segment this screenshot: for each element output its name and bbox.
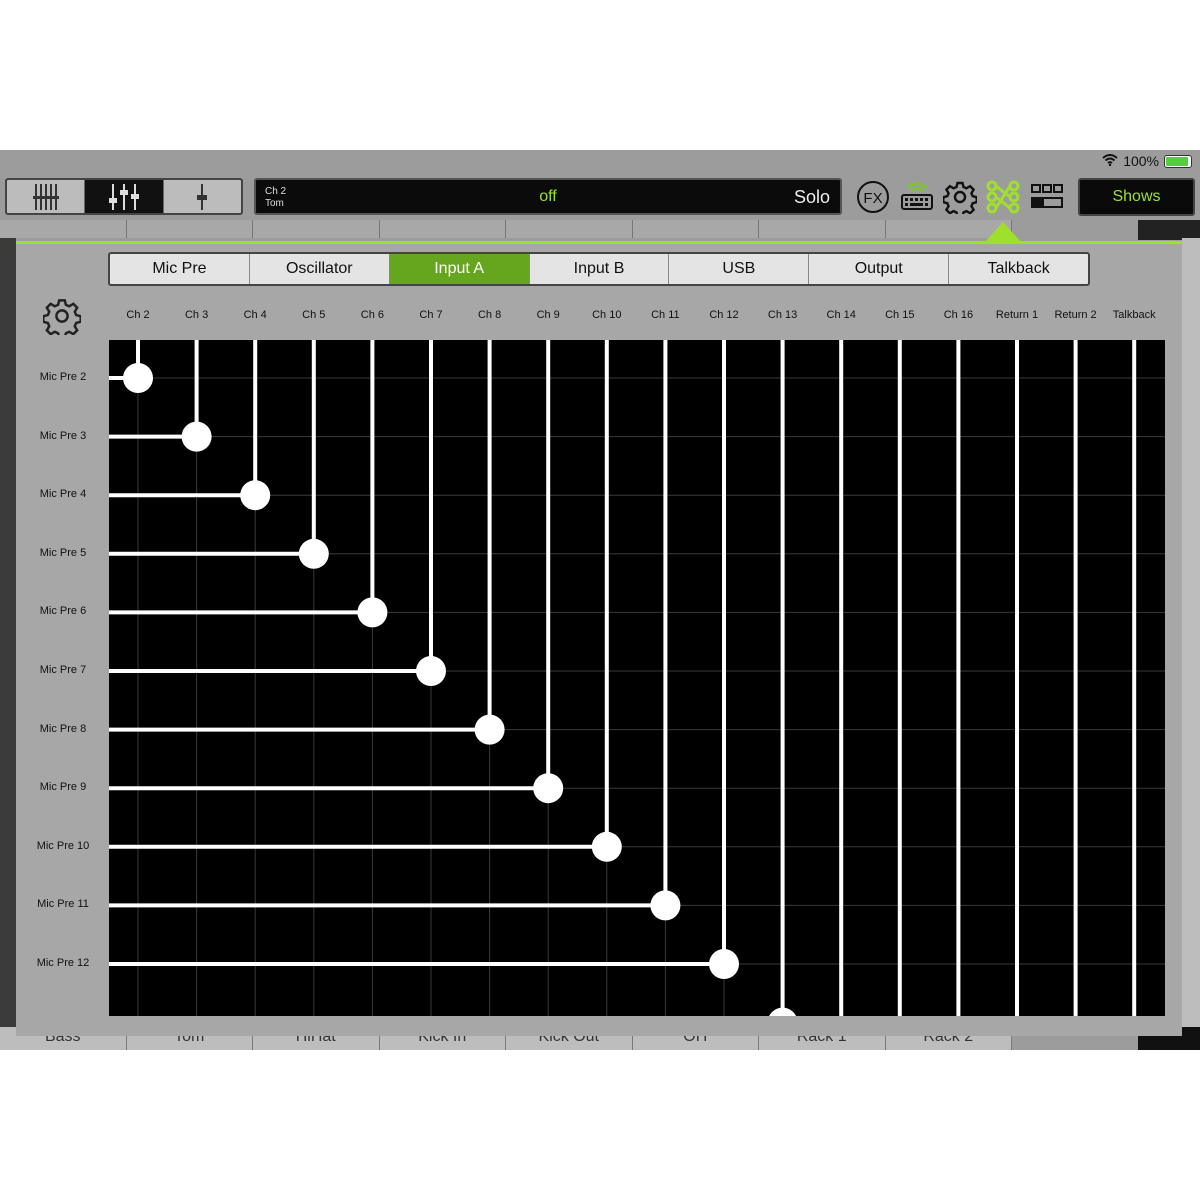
row-label: Mic Pre 10 [36, 839, 90, 852]
strip-header [0, 220, 127, 238]
channel-view-icon [32, 183, 59, 210]
column-label: Ch 10 [592, 309, 622, 321]
fx-button[interactable]: FX [856, 180, 890, 219]
mixer-app-screen: 100% Ch 2 Tom off Solo FX Shows Bass Tom… [0, 150, 1200, 1050]
column-label: Ch 8 [477, 309, 502, 321]
strip-header [253, 220, 380, 238]
patch-connection-node[interactable] [474, 714, 505, 745]
mixer-view-button[interactable] [85, 180, 164, 213]
patch-connection-node[interactable] [709, 949, 739, 979]
patch-settings-button[interactable] [42, 297, 82, 340]
single-fader-button[interactable] [164, 180, 241, 213]
background-left-edge [0, 238, 16, 1048]
tab-input-a[interactable]: Input A [389, 254, 530, 284]
column-label: Ch 9 [536, 309, 560, 321]
patch-matrix-svg [109, 340, 1165, 1016]
patch-button[interactable] [986, 180, 1020, 219]
column-label: Ch 6 [360, 309, 385, 321]
background-right-edge [1182, 238, 1200, 1048]
row-label: Mic Pre 12 [36, 957, 90, 969]
battery-icon [1164, 154, 1192, 168]
view-mode-selector [5, 178, 243, 215]
column-label: Return 2 [1054, 309, 1097, 321]
patch-connection-node[interactable] [533, 773, 564, 804]
background-master-header [1138, 220, 1200, 240]
patch-connection-node[interactable] [768, 1007, 798, 1016]
column-label: Ch 2 [126, 309, 150, 321]
strip-header [759, 220, 886, 238]
row-label: Mic Pre 2 [39, 371, 87, 383]
tab-input-b[interactable]: Input B [530, 254, 670, 284]
mixer-view-icon [108, 183, 139, 210]
row-label: Mic Pre 3 [39, 429, 87, 442]
column-label: Return 1 [995, 309, 1039, 321]
row-label: Mic Pre 11 [37, 898, 89, 911]
tab-output[interactable]: Output [809, 254, 950, 284]
wireless-keyboard-icon [901, 182, 933, 210]
tab-mic-pre[interactable]: Mic Pre [110, 254, 250, 284]
fx-icon: FX [857, 181, 889, 213]
column-label: Ch 16 [943, 309, 974, 321]
column-label: Ch 3 [184, 309, 209, 321]
status-bar: 100% [1102, 153, 1192, 169]
channel-status: off [539, 188, 557, 205]
patch-connection-node[interactable] [181, 421, 212, 452]
gear-icon [42, 299, 82, 339]
single-fader-icon [197, 183, 208, 210]
tab-usb[interactable]: USB [669, 254, 810, 284]
solo-button[interactable]: Solo [794, 187, 830, 208]
strip-header [126, 220, 253, 238]
row-label: Mic Pre 4 [39, 488, 87, 501]
column-label: Ch 14 [826, 309, 856, 321]
row-label: Mic Pre 5 [39, 546, 87, 559]
patch-panel: Mic Pre Oscillator Input A Input B USB O… [16, 241, 1182, 1036]
patch-connection-node[interactable] [591, 831, 622, 862]
selected-channel-bar[interactable]: Ch 2 Tom off Solo [254, 178, 842, 215]
battery-level-fill [1166, 156, 1188, 166]
patch-connection-node[interactable] [240, 480, 271, 511]
grid-layout-icon [1031, 184, 1063, 208]
patch-connection-node[interactable] [650, 890, 681, 921]
patch-connection-node[interactable] [298, 538, 329, 569]
background-strip-header [0, 220, 1012, 238]
column-label: Ch 4 [243, 309, 267, 321]
settings-button[interactable] [942, 180, 978, 219]
gear-icon [942, 181, 978, 218]
tab-talkback[interactable]: Talkback [949, 254, 1088, 284]
column-label: Ch 5 [302, 309, 326, 321]
patch-source-tabs: Mic Pre Oscillator Input A Input B USB O… [108, 252, 1090, 286]
column-label: Ch 12 [709, 309, 739, 321]
talkback-keyboard-button[interactable] [900, 180, 934, 217]
battery-percent: 100% [1123, 153, 1159, 169]
row-label: Mic Pre 9 [39, 781, 87, 794]
column-label: Ch 13 [767, 309, 798, 321]
fx-label: FX [863, 190, 882, 207]
column-label: Ch 11 [651, 309, 680, 321]
column-label: Ch 7 [419, 309, 443, 321]
scenes-button[interactable] [1030, 183, 1064, 216]
row-label: Mic Pre 7 [39, 664, 87, 676]
tab-oscillator[interactable]: Oscillator [250, 254, 390, 284]
shows-button[interactable]: Shows [1078, 178, 1195, 216]
patch-connection-node[interactable] [123, 363, 153, 393]
wifi-icon [1102, 153, 1118, 169]
patch-matrix-icon [986, 180, 1020, 214]
patch-connection-node[interactable] [416, 656, 446, 686]
patch-matrix-grid[interactable] [109, 340, 1165, 1016]
channel-view-button[interactable] [7, 180, 86, 213]
row-label: Mic Pre 8 [39, 722, 87, 735]
strip-header [632, 220, 759, 238]
patch-panel-pointer [985, 222, 1021, 242]
column-label: Talkback [1112, 309, 1156, 321]
strip-header [506, 220, 633, 238]
row-label: Mic Pre 6 [39, 605, 87, 618]
strip-header [379, 220, 506, 238]
column-label: Ch 15 [885, 309, 915, 321]
patch-connection-node[interactable] [357, 597, 388, 628]
